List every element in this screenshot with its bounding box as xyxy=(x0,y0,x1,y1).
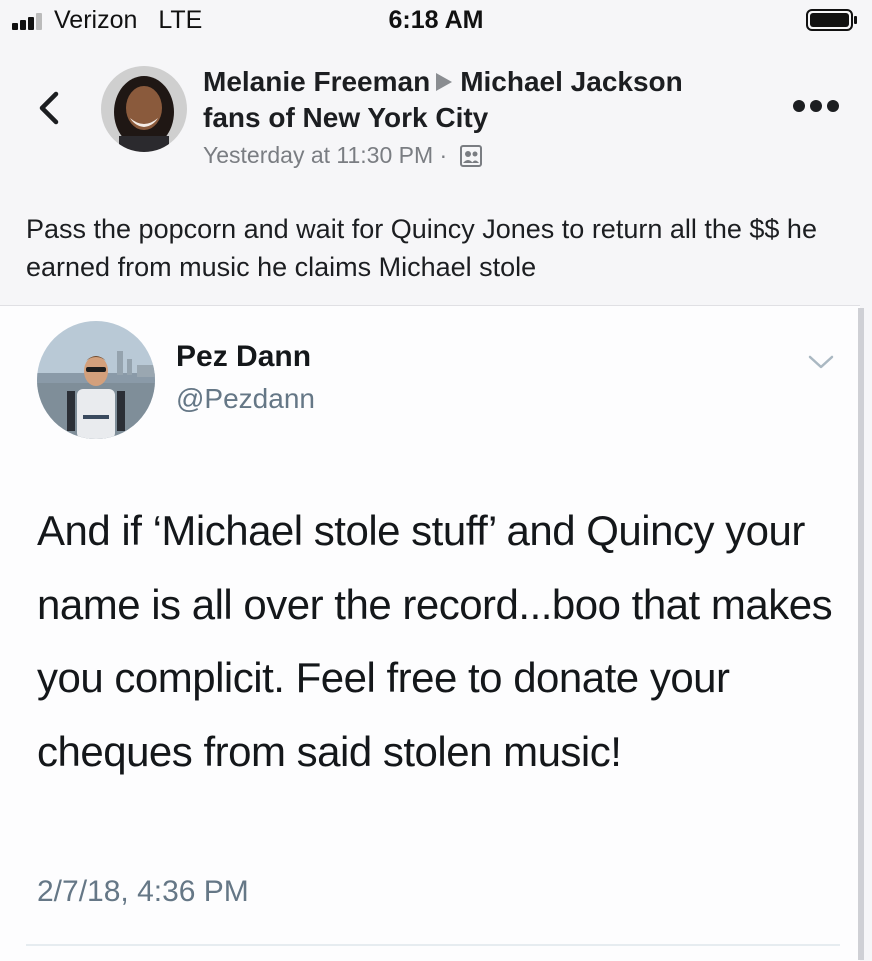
group-name-part2[interactable]: fans of New York City xyxy=(203,102,488,134)
meta-separator: · xyxy=(439,142,448,168)
chevron-down-icon xyxy=(808,355,834,369)
tweet-divider xyxy=(26,944,840,946)
author-name[interactable]: Melanie Freeman xyxy=(203,66,430,97)
tweet-text: And if ‘Michael stole stuff’ and Quincy … xyxy=(37,507,833,775)
chevron-left-icon xyxy=(39,91,59,125)
post-meta: Yesterday at 11:30 PM · xyxy=(203,142,482,169)
back-button[interactable]: back xyxy=(34,88,66,128)
tweet-author-handle[interactable]: @Pezdann xyxy=(176,383,315,415)
shared-to-arrow-icon xyxy=(436,73,453,91)
post-header-line1: Melanie Freeman Michael Jackson xyxy=(203,66,683,98)
tweet-menu-button xyxy=(808,355,834,369)
tweet-timestamp: 2/7/18, 4:36 PM xyxy=(37,875,249,908)
tweet-author-avatar xyxy=(37,321,155,439)
tweet-author-name[interactable]: Pez Dann xyxy=(176,340,311,374)
author-avatar[interactable] xyxy=(101,66,187,152)
post-timestamp[interactable]: Yesterday at 11:30 PM xyxy=(203,142,433,168)
status-time: 6:18 AM xyxy=(388,6,484,34)
status-bar: Verizon LTE 6:18 AM xyxy=(0,0,872,44)
more-options-button[interactable] xyxy=(790,96,842,116)
scroll-indicator xyxy=(858,308,864,960)
battery-icon xyxy=(806,9,857,31)
group-icon xyxy=(459,145,482,167)
post-text: Pass the popcorn and wait for Quincy Jon… xyxy=(26,214,817,282)
group-name-part1[interactable]: Michael Jackson xyxy=(460,66,683,97)
more-horizontal-icon xyxy=(793,100,839,112)
